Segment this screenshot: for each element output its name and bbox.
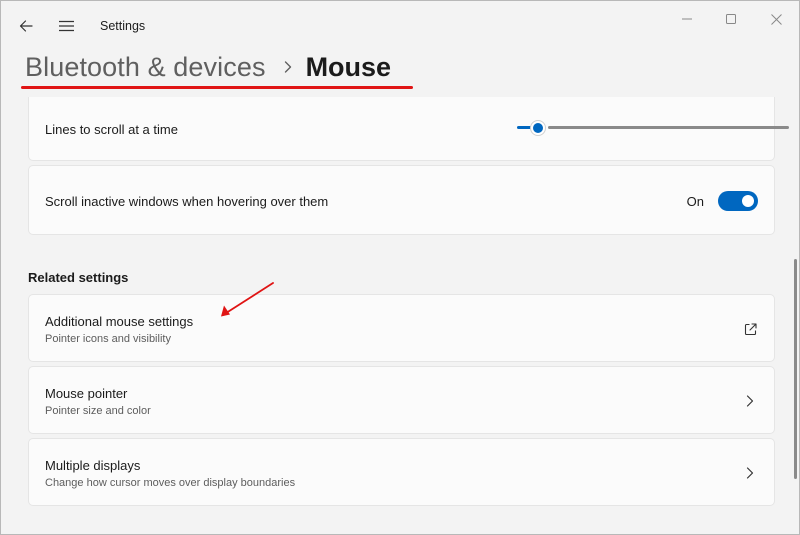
mouse-pointer-title: Mouse pointer <box>45 386 128 401</box>
annotation-arrow-icon <box>221 282 274 317</box>
related-settings-heading: Related settings <box>28 270 129 285</box>
toggle-knob <box>742 195 754 207</box>
navigation-menu-button[interactable] <box>51 11 81 41</box>
annotation-underline <box>21 86 413 89</box>
breadcrumb: Bluetooth & devices Mouse <box>25 47 391 87</box>
scroll-inactive-windows-label: Scroll inactive windows when hovering ov… <box>45 194 329 209</box>
vertical-scrollbar[interactable] <box>794 259 797 479</box>
back-arrow-icon <box>19 20 33 32</box>
scroll-inactive-windows-toggle[interactable] <box>718 191 758 211</box>
breadcrumb-separator-icon <box>284 61 292 73</box>
additional-mouse-settings-title: Additional mouse settings <box>45 314 194 329</box>
app-title: Settings <box>100 19 146 33</box>
minimize-icon <box>682 18 692 20</box>
mouse-pointer-subtitle: Pointer size and color <box>45 405 151 417</box>
toggle-state-label: On <box>686 194 704 209</box>
chevron-right-icon <box>742 393 758 409</box>
additional-mouse-settings-subtitle: Pointer icons and visibility <box>45 333 171 345</box>
page-title: Mouse <box>305 51 392 82</box>
settings-window: Settings Bluetooth & devices Mouse Lines… <box>0 0 800 535</box>
hamburger-menu-icon <box>58 20 74 32</box>
slider-track <box>547 126 789 129</box>
external-link-icon <box>742 321 758 337</box>
close-button[interactable] <box>753 5 799 33</box>
breadcrumb-parent-link[interactable]: Bluetooth & devices <box>25 52 266 83</box>
slider-thumb[interactable] <box>529 120 546 136</box>
lines-to-scroll-slider[interactable] <box>517 120 789 136</box>
lines-to-scroll-label: Lines to scroll at a time <box>45 122 178 137</box>
minimize-button[interactable] <box>664 5 710 33</box>
settings-content: Lines to scroll at a time Scroll inactiv… <box>1 97 799 535</box>
back-button[interactable] <box>11 11 41 41</box>
additional-mouse-settings-card[interactable]: Additional mouse settings Pointer icons … <box>28 294 775 362</box>
multiple-displays-card[interactable]: Multiple displays Change how cursor move… <box>28 438 775 506</box>
maximize-icon <box>726 14 736 24</box>
maximize-button[interactable] <box>708 5 754 33</box>
chevron-right-icon <box>742 465 758 481</box>
multiple-displays-subtitle: Change how cursor moves over display bou… <box>45 477 296 489</box>
multiple-displays-title: Multiple displays <box>45 458 141 473</box>
scroll-inactive-windows-card: Scroll inactive windows when hovering ov… <box>28 165 775 235</box>
lines-to-scroll-card: Lines to scroll at a time <box>28 97 789 161</box>
title-bar: Settings <box>1 1 799 49</box>
close-icon <box>770 13 782 25</box>
mouse-pointer-card[interactable]: Mouse pointer Pointer size and color <box>28 366 775 434</box>
